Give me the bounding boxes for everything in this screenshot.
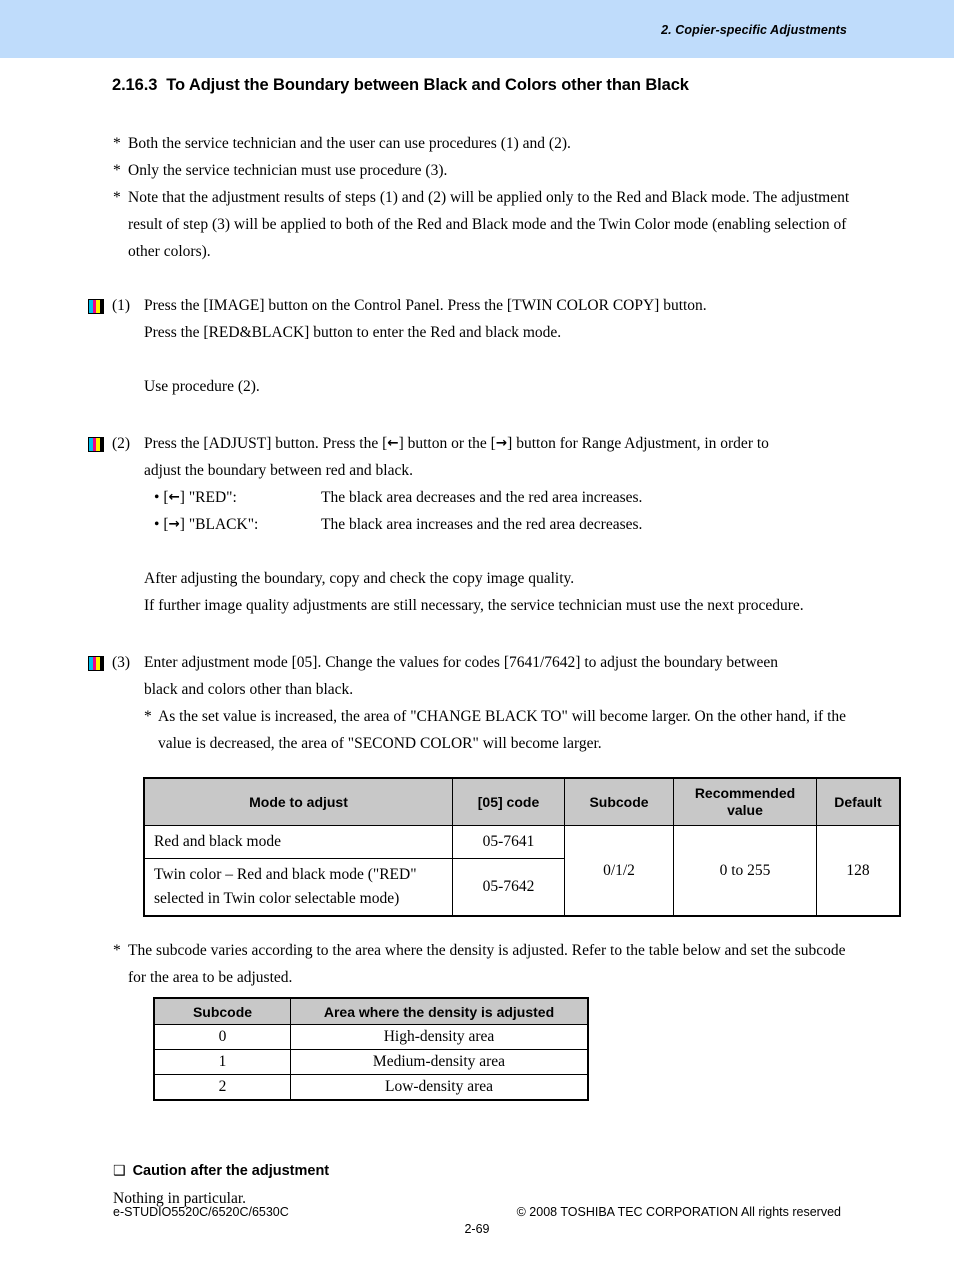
section-number: 2.16.3 (112, 76, 158, 94)
table-header-row: Subcode Area where the density is adjust… (153, 997, 589, 1025)
caution-heading: ❑ Caution after the adjustment (113, 1163, 954, 1179)
subcode-area-table: Subcode Area where the density is adjust… (153, 997, 589, 1101)
column-header-default: Default (816, 777, 901, 826)
table-row: 1 Medium-density area (153, 1049, 589, 1075)
asterisk-icon: * (113, 135, 121, 152)
intro-note-text: Note that the adjustment results of step… (128, 189, 850, 260)
arrow-left-icon: ← (168, 489, 180, 505)
step-line-part: ] button for Range Adjustment, in order … (507, 435, 769, 452)
cell-subcode: 0/1/2 (564, 825, 674, 917)
table-row: 0 High-density area (153, 1024, 589, 1050)
column-header-subcode: Subcode (564, 777, 674, 826)
step-line-part: ] button or the [ (398, 435, 496, 452)
cell-mode: Twin color – Red and black mode ("RED" s… (143, 858, 453, 917)
step-number: (3) (112, 654, 131, 671)
subcode-note-text: The subcode varies according to the area… (128, 942, 846, 986)
cell-area: High-density area (290, 1024, 589, 1050)
step-2-after-line: If further image quality adjustments are… (144, 597, 804, 614)
step-body: Enter adjustment mode [05]. Change the v… (144, 649, 854, 703)
cell-mode: Red and black mode (143, 825, 453, 859)
cell-area: Medium-density area (290, 1049, 589, 1075)
step-line: Press the [IMAGE] button on the Control … (144, 297, 707, 314)
document-content: * Both the service technician and the us… (0, 130, 954, 1208)
step-line-part: Press the [ADJUST] button. Press the [ (144, 435, 388, 452)
page-title: 2.16.3 To Adjust the Boundary between Bla… (112, 76, 689, 95)
step-3-note-text: As the set value is increased, the area … (158, 708, 847, 752)
cell-subcode: 0 (153, 1024, 291, 1050)
intro-note-text: Only the service technician must use pro… (128, 162, 448, 179)
step-number: (2) (112, 435, 131, 452)
footer-model: e-STUDIO5520C/6520C/6530C (113, 1205, 289, 1219)
bullet-icon: • (154, 489, 160, 506)
asterisk-icon: * (113, 942, 121, 959)
bullet-icon: • (154, 516, 160, 533)
table-row: 2 Low-density area (153, 1074, 589, 1101)
step-2-after-line: After adjusting the boundary, copy and c… (144, 570, 575, 587)
bullet-value: The black area increases and the red are… (321, 516, 643, 533)
cmyk-bar-icon (88, 437, 104, 452)
table-header-row: Mode to adjust [05] code Subcode Recomme… (143, 777, 901, 826)
step-line: Enter adjustment mode [05]. Change the v… (144, 654, 779, 671)
cell-code: 05-7642 (452, 858, 565, 917)
bullet-key: • [←] "RED": (154, 484, 321, 511)
section-title: To Adjust the Boundary between Black and… (166, 76, 689, 94)
cell-area: Low-density area (290, 1074, 589, 1101)
step-body: Press the [ADJUST] button. Press the [←]… (144, 430, 854, 619)
footer-page-number: 2-69 (464, 1222, 490, 1236)
bullet-key-post: ] "BLACK": (179, 516, 259, 533)
cmyk-bar-icon (88, 299, 104, 314)
cell-subcode: 2 (153, 1074, 291, 1101)
asterisk-icon: * (113, 162, 121, 179)
step-number: (1) (112, 297, 131, 314)
cmyk-bar-icon (88, 656, 104, 671)
step-3-note: * As the set value is increased, the are… (144, 703, 850, 757)
cell-code: 05-7641 (452, 825, 565, 859)
column-header-recommended: Recommended value (673, 777, 817, 826)
column-header-code: [05] code (452, 777, 565, 826)
bullet-value: The black area decreases and the red are… (321, 489, 643, 506)
asterisk-icon: * (144, 708, 152, 725)
bullet-key: • [→] "BLACK": (154, 511, 321, 538)
intro-note: * Only the service technician must use p… (113, 157, 854, 184)
caution-heading-text: Caution after the adjustment (132, 1163, 330, 1179)
bullet-key-post: ] "RED": (179, 489, 237, 506)
column-header-area: Area where the density is adjusted (290, 997, 589, 1025)
cell-subcode: 1 (153, 1049, 291, 1075)
step-2-bullet: • [→] "BLACK": The black area increases … (154, 511, 854, 538)
intro-note: * Note that the adjustment results of st… (113, 184, 854, 265)
step-line: Press the [ADJUST] button. Press the [←]… (144, 430, 854, 457)
step-line: Press the [RED&BLACK] button to enter th… (144, 324, 562, 341)
intro-note-text: Both the service technician and the user… (128, 135, 571, 152)
column-header-mode: Mode to adjust (143, 777, 453, 826)
step-line: black and colors other than black. (144, 681, 354, 698)
arrow-right-icon: → (168, 516, 180, 532)
running-head: 2. Copier-specific Adjustments (661, 23, 847, 37)
procedure-step-1: (1) Press the [IMAGE] button on the Cont… (88, 292, 854, 346)
subcode-note: * The subcode varies according to the ar… (113, 937, 854, 991)
arrow-right-icon: → (495, 435, 508, 451)
column-header-subcode: Subcode (153, 997, 291, 1025)
arrow-left-icon: ← (387, 435, 399, 451)
intro-note: * Both the service technician and the us… (113, 130, 854, 157)
asterisk-icon: * (113, 189, 121, 206)
table-row: Red and black mode 05-7641 0/1/2 0 to 25… (143, 825, 901, 917)
step-line: adjust the boundary between red and blac… (144, 462, 414, 479)
intro-note-block: * Both the service technician and the us… (113, 130, 854, 265)
step-body: Press the [IMAGE] button on the Control … (144, 292, 854, 346)
procedure-step-3: (3) Enter adjustment mode [05]. Change t… (88, 649, 854, 757)
checkbox-square-icon: ❑ (113, 1163, 126, 1179)
step-2-bullet: • [←] "RED": The black area decreases an… (154, 484, 854, 511)
subcode-note-block: * The subcode varies according to the ar… (113, 937, 854, 991)
step-1-followup: Use procedure (2). (144, 378, 260, 395)
adjustment-mode-table: Mode to adjust [05] code Subcode Recomme… (143, 777, 901, 917)
footer-copyright: © 2008 TOSHIBA TEC CORPORATION All right… (516, 1205, 841, 1219)
procedure-step-2: (2) Press the [ADJUST] button. Press the… (88, 430, 854, 619)
cell-default: 128 (816, 825, 901, 917)
cell-recommended: 0 to 255 (673, 825, 817, 917)
